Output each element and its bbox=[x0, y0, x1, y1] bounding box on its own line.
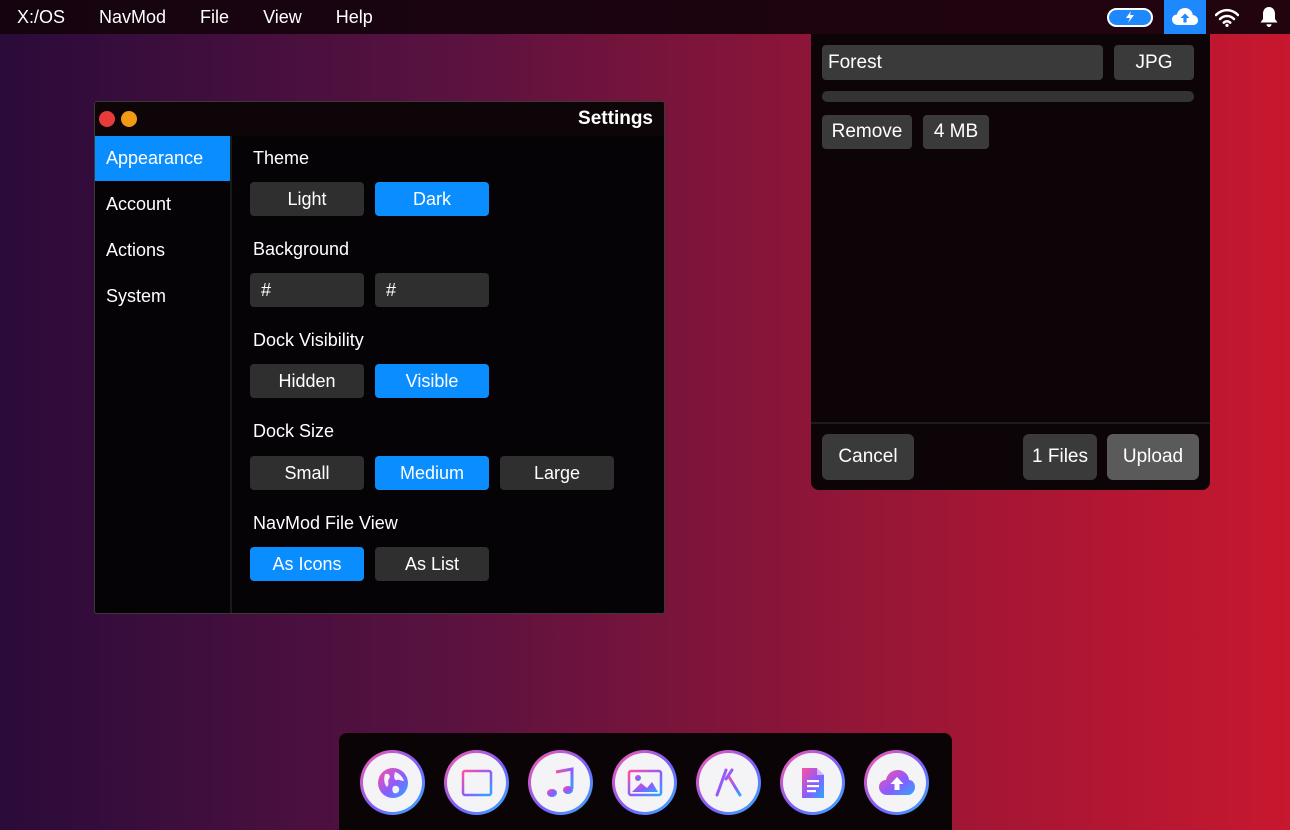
background-label: Background bbox=[253, 239, 350, 259]
photos-icon bbox=[615, 753, 674, 812]
file-name-field[interactable]: Forest bbox=[822, 45, 1103, 80]
dock-upload[interactable] bbox=[864, 750, 929, 815]
close-window-button[interactable] bbox=[99, 111, 115, 127]
file-view-label: NavMod File View bbox=[253, 513, 398, 533]
file-view-list-button[interactable]: As List bbox=[375, 547, 489, 581]
upload-divider bbox=[811, 422, 1210, 424]
background-color-input-2[interactable]: # bbox=[375, 273, 489, 307]
dock-music[interactable] bbox=[528, 750, 593, 815]
music-icon bbox=[531, 753, 590, 812]
dock-visible-button[interactable]: Visible bbox=[375, 364, 489, 398]
upload-panel: Forest JPG Remove 4 MB Cancel 1 Files Up… bbox=[811, 34, 1210, 490]
dock-size-label: Dock Size bbox=[253, 421, 335, 441]
document-icon bbox=[783, 753, 842, 812]
file-extension-button[interactable]: JPG bbox=[1114, 45, 1194, 80]
bell-icon[interactable] bbox=[1248, 0, 1290, 34]
menu-left: X:/OS NavMod File View Help bbox=[0, 0, 390, 34]
background-color-input-1[interactable]: # bbox=[250, 273, 364, 307]
menu-view[interactable]: View bbox=[246, 0, 319, 34]
theme-label: Theme bbox=[253, 148, 310, 168]
dock-app-store[interactable] bbox=[696, 750, 761, 815]
sidebar-item-appearance[interactable]: Appearance bbox=[95, 136, 230, 181]
minimize-window-button[interactable] bbox=[121, 111, 137, 127]
dock-visibility-label: Dock Visibility bbox=[253, 330, 364, 350]
menu-navmod[interactable]: NavMod bbox=[82, 0, 183, 34]
upload-progress-bar bbox=[822, 91, 1194, 102]
remove-file-button[interactable]: Remove bbox=[822, 115, 912, 149]
file-view-icons-button[interactable]: As Icons bbox=[250, 547, 364, 581]
sidebar-item-actions[interactable]: Actions bbox=[95, 228, 230, 273]
theme-light-button[interactable]: Light bbox=[250, 182, 364, 216]
settings-title: Settings bbox=[578, 108, 653, 129]
sidebar-item-account[interactable]: Account bbox=[95, 182, 230, 227]
settings-sidebar: Appearance Account Actions System bbox=[95, 136, 232, 613]
settings-window: Settings Appearance Account Actions Syst… bbox=[94, 101, 665, 614]
dock-photos[interactable] bbox=[612, 750, 677, 815]
cloud-upload-icon bbox=[867, 753, 926, 812]
menu-file[interactable]: File bbox=[183, 0, 246, 34]
menu-tray bbox=[1107, 0, 1290, 34]
menubar: X:/OS NavMod File View Help bbox=[0, 0, 1290, 34]
menu-os[interactable]: X:/OS bbox=[0, 0, 82, 34]
cancel-button[interactable]: Cancel bbox=[822, 434, 914, 480]
settings-titlebar[interactable]: Settings bbox=[95, 102, 664, 136]
dock bbox=[339, 733, 952, 830]
menu-help[interactable]: Help bbox=[319, 0, 390, 34]
globe-icon bbox=[363, 753, 422, 812]
app-store-icon bbox=[699, 753, 758, 812]
file-size-badge: 4 MB bbox=[923, 115, 989, 149]
dock-size-large-button[interactable]: Large bbox=[500, 456, 614, 490]
files-count-badge: 1 Files bbox=[1023, 434, 1097, 480]
sidebar-item-system[interactable]: System bbox=[95, 274, 230, 319]
dock-size-medium-button[interactable]: Medium bbox=[375, 456, 489, 490]
dock-documents[interactable] bbox=[780, 750, 845, 815]
dock-browser[interactable] bbox=[360, 750, 425, 815]
battery-charging-icon[interactable] bbox=[1107, 7, 1153, 27]
upload-button[interactable]: Upload bbox=[1107, 434, 1199, 480]
dock-hidden-button[interactable]: Hidden bbox=[250, 364, 364, 398]
theme-dark-button[interactable]: Dark bbox=[375, 182, 489, 216]
film-icon bbox=[447, 753, 506, 812]
wifi-icon[interactable] bbox=[1206, 0, 1248, 34]
dock-videos[interactable] bbox=[444, 750, 509, 815]
cloud-upload-icon[interactable] bbox=[1164, 0, 1206, 34]
dock-size-small-button[interactable]: Small bbox=[250, 456, 364, 490]
